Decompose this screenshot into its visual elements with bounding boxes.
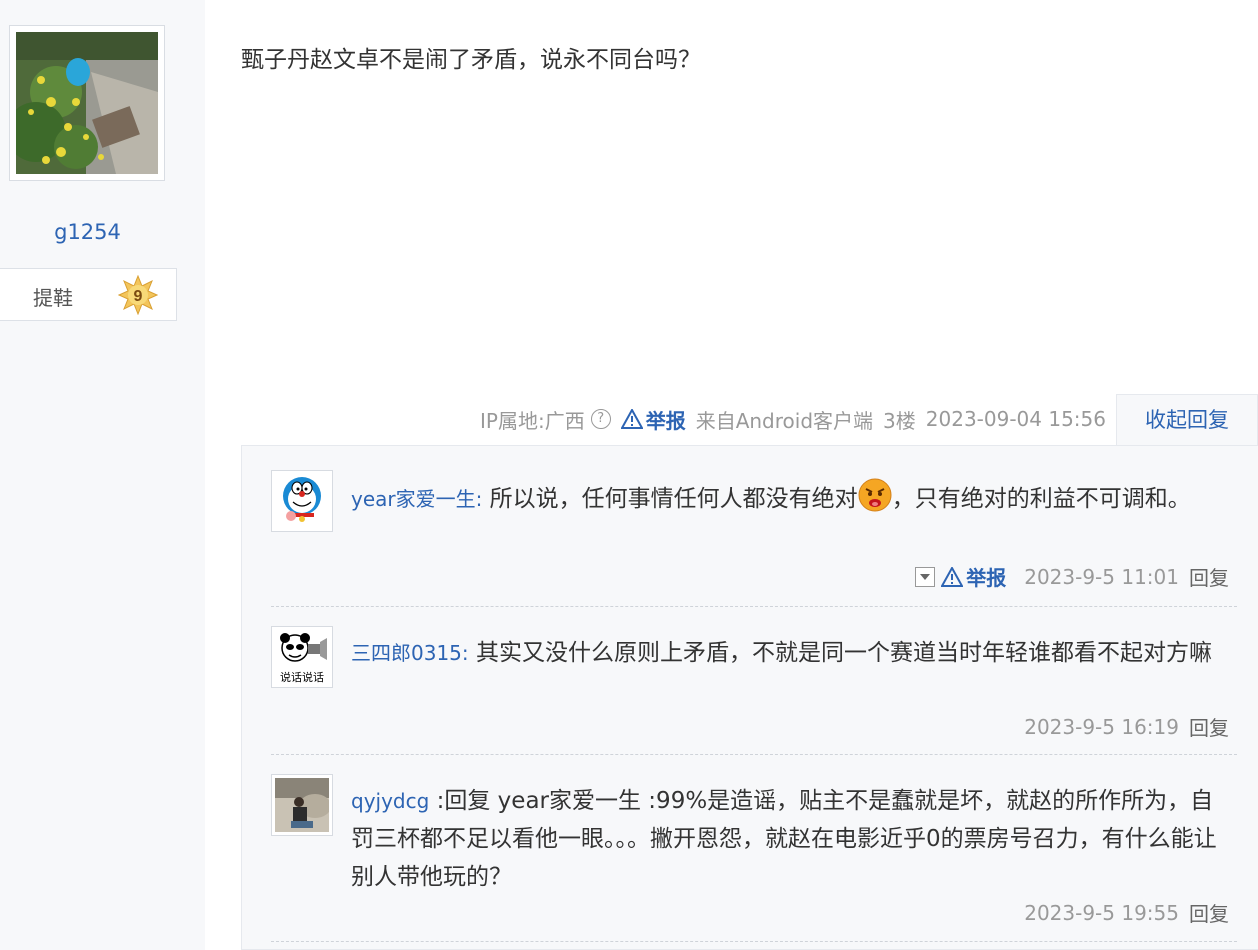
post-timestamp: 2023-09-04 15:56 — [925, 407, 1106, 431]
doraemon-avatar-image — [275, 474, 329, 528]
reply-avatar[interactable] — [271, 774, 333, 836]
reply-button[interactable]: 回复 — [1189, 898, 1229, 927]
reply-footer: 举报 2023-9-5 11:01 回复 — [905, 562, 1229, 591]
level-star-icon: 9 — [118, 275, 158, 315]
help-icon[interactable]: ? — [590, 409, 611, 429]
reply-time: 2023-9-5 11:01 — [1024, 564, 1179, 589]
level-title: 提鞋 — [33, 286, 73, 310]
reply-button[interactable]: 回复 — [1189, 562, 1229, 591]
reply-avatar[interactable] — [271, 470, 333, 532]
reply-username[interactable]: 三四郎0315 — [351, 641, 462, 665]
level-badge[interactable]: 提鞋 9 — [0, 268, 177, 321]
post-content: 甄子丹赵文卓不是闹了矛盾，说永不同台吗？ — [241, 47, 701, 73]
reply-list: year家爱一生: 所以说，任何事情任何人都没有绝对 ，只有绝对的利益不可调和。 — [241, 445, 1258, 950]
author-username[interactable]: g1254 — [0, 220, 175, 244]
divider — [271, 606, 1237, 607]
reply-time: 2023-9-5 16:19 — [1024, 714, 1179, 739]
list-item: 说话说话 三四郎0315: 其实又没什么原则上矛盾，不就是同一个赛道当时年轻谁都… — [271, 626, 1237, 740]
avatar-caption: 说话说话 — [280, 670, 324, 684]
panda-meme-avatar-image: 说话说话 — [275, 630, 329, 684]
reply-button[interactable]: 回复 — [1189, 712, 1229, 741]
reply-avatar[interactable]: 说话说话 — [271, 626, 333, 688]
reply-content: year家爱一生: 所以说，任何事情任何人都没有绝对 ，只有绝对的利益不可调和。 — [351, 478, 1231, 518]
floor-number: 3楼 — [883, 408, 916, 433]
reply-time: 2023-9-5 19:55 — [1024, 900, 1179, 925]
warning-icon — [941, 566, 964, 587]
ip-location: IP属地:广西 ? — [480, 405, 611, 434]
reply-report-button[interactable]: 举报 — [941, 562, 1006, 591]
dropdown-button[interactable] — [915, 566, 936, 587]
reply-footer: 2023-9-5 19:55 回复 — [1014, 898, 1229, 927]
photo-avatar-image — [275, 778, 329, 832]
post-meta: IP属地:广西 ? 举报 来自Android客户端 3楼 2023-09-04 … — [470, 405, 1106, 433]
reply-content: 三四郎0315: 其实又没什么原则上矛盾，不就是同一个赛道当时年轻谁都看不起对方… — [351, 640, 1212, 666]
reply-username[interactable]: year家爱一生 — [351, 487, 476, 511]
reply-content: qyjydcg :回复 year家爱一生 :99%是造谣，贴主不是蠢就是坏，就赵… — [351, 788, 1217, 890]
divider — [271, 941, 1237, 942]
report-button[interactable]: 举报 — [620, 405, 686, 434]
author-avatar[interactable] — [9, 25, 165, 181]
source-info: 来自Android客户端 — [695, 408, 874, 433]
collapse-replies-button[interactable]: 收起回复 — [1116, 394, 1258, 446]
author-column: g1254 提鞋 9 — [0, 0, 205, 950]
reply-footer: 2023-9-5 16:19 回复 — [1014, 712, 1229, 741]
reply-username[interactable]: qyjydcg — [351, 789, 429, 813]
warning-icon — [620, 409, 643, 429]
divider — [271, 754, 1237, 755]
chevron-down-icon — [920, 573, 931, 580]
author-avatar-image — [16, 32, 158, 174]
angry-face-emoji — [858, 478, 892, 512]
list-item: qyjydcg :回复 year家爱一生 :99%是造谣，贴主不是蠢就是坏，就赵… — [271, 774, 1237, 944]
list-item: year家爱一生: 所以说，任何事情任何人都没有绝对 ，只有绝对的利益不可调和。 — [271, 470, 1237, 598]
level-number: 9 — [134, 288, 143, 305]
